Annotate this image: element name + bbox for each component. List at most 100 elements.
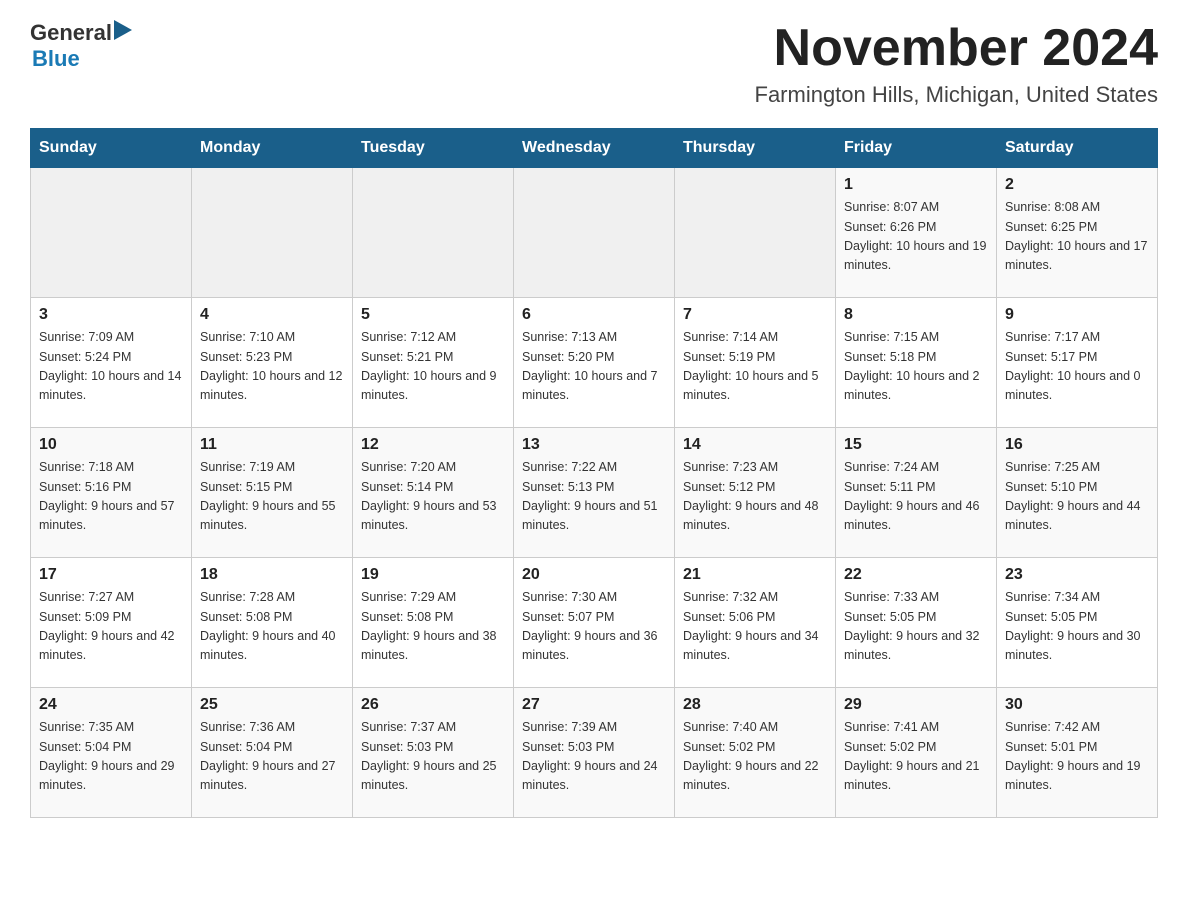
header-friday: Friday <box>836 129 997 168</box>
day-number: 12 <box>361 436 505 454</box>
day-number: 28 <box>683 696 827 714</box>
calendar-cell <box>675 168 836 298</box>
day-number: 13 <box>522 436 666 454</box>
calendar-cell: 29 Sunrise: 7:41 AM Sunset: 5:02 PM Dayli… <box>836 688 997 818</box>
calendar-week-row: 24 Sunrise: 7:35 AM Sunset: 5:04 PM Dayli… <box>31 688 1158 818</box>
day-info: Sunrise: 7:35 AM Sunset: 5:04 PM Dayligh… <box>39 718 183 796</box>
calendar-cell: 17 Sunrise: 7:27 AM Sunset: 5:09 PM Dayli… <box>31 558 192 688</box>
calendar-cell: 11Sunrise: 7:19 AM Sunset: 5:15 PM Dayli… <box>192 428 353 558</box>
day-number: 11 <box>200 436 344 454</box>
day-number: 16 <box>1005 436 1149 454</box>
calendar-cell: 30Sunrise: 7:42 AM Sunset: 5:01 PM Dayli… <box>997 688 1158 818</box>
month-title: November 2024 <box>755 20 1159 77</box>
day-number: 26 <box>361 696 505 714</box>
day-info: Sunrise: 8:07 AM Sunset: 6:26 PM Dayligh… <box>844 198 988 276</box>
calendar-cell: 26 Sunrise: 7:37 AM Sunset: 5:03 PM Dayli… <box>353 688 514 818</box>
calendar-cell: 19Sunrise: 7:29 AM Sunset: 5:08 PM Dayli… <box>353 558 514 688</box>
day-number: 2 <box>1005 176 1149 194</box>
calendar-cell: 8 Sunrise: 7:15 AM Sunset: 5:18 PM Daylig… <box>836 298 997 428</box>
calendar-cell: 9Sunrise: 7:17 AM Sunset: 5:17 PM Daylig… <box>997 298 1158 428</box>
calendar-cell: 22Sunrise: 7:33 AM Sunset: 5:05 PM Dayli… <box>836 558 997 688</box>
calendar-cell: 10Sunrise: 7:18 AM Sunset: 5:16 PM Dayli… <box>31 428 192 558</box>
calendar-cell: 27 Sunrise: 7:39 AM Sunset: 5:03 PM Dayli… <box>514 688 675 818</box>
day-number: 5 <box>361 306 505 324</box>
day-number: 17 <box>39 566 183 584</box>
calendar-week-row: 17 Sunrise: 7:27 AM Sunset: 5:09 PM Dayli… <box>31 558 1158 688</box>
calendar-cell: 23 Sunrise: 7:34 AM Sunset: 5:05 PM Dayli… <box>997 558 1158 688</box>
day-info: Sunrise: 7:34 AM Sunset: 5:05 PM Dayligh… <box>1005 588 1149 666</box>
calendar-cell: 1 Sunrise: 8:07 AM Sunset: 6:26 PM Daylig… <box>836 168 997 298</box>
title-block: November 2024 Farmington Hills, Michigan… <box>755 20 1159 108</box>
day-info: Sunrise: 7:27 AM Sunset: 5:09 PM Dayligh… <box>39 588 183 666</box>
calendar-cell: 16 Sunrise: 7:25 AM Sunset: 5:10 PM Dayli… <box>997 428 1158 558</box>
calendar-cell: 3Sunrise: 7:09 AM Sunset: 5:24 PM Daylig… <box>31 298 192 428</box>
calendar-cell: 4 Sunrise: 7:10 AM Sunset: 5:23 PM Daylig… <box>192 298 353 428</box>
day-info: Sunrise: 7:33 AM Sunset: 5:05 PM Dayligh… <box>844 588 988 666</box>
calendar-cell: 15Sunrise: 7:24 AM Sunset: 5:11 PM Dayli… <box>836 428 997 558</box>
day-number: 21 <box>683 566 827 584</box>
day-info: Sunrise: 8:08 AM Sunset: 6:25 PM Dayligh… <box>1005 198 1149 276</box>
day-number: 14 <box>683 436 827 454</box>
header-monday: Monday <box>192 129 353 168</box>
day-number: 24 <box>39 696 183 714</box>
calendar-cell: 7 Sunrise: 7:14 AM Sunset: 5:19 PM Daylig… <box>675 298 836 428</box>
day-number: 27 <box>522 696 666 714</box>
day-number: 29 <box>844 696 988 714</box>
day-info: Sunrise: 7:36 AM Sunset: 5:04 PM Dayligh… <box>200 718 344 796</box>
day-info: Sunrise: 7:24 AM Sunset: 5:11 PM Dayligh… <box>844 458 988 536</box>
day-number: 3 <box>39 306 183 324</box>
day-number: 20 <box>522 566 666 584</box>
day-info: Sunrise: 7:41 AM Sunset: 5:02 PM Dayligh… <box>844 718 988 796</box>
day-number: 18 <box>200 566 344 584</box>
calendar-cell: 2 Sunrise: 8:08 AM Sunset: 6:25 PM Daylig… <box>997 168 1158 298</box>
calendar-header-row: Sunday Monday Tuesday Wednesday Thursday… <box>31 129 1158 168</box>
header-thursday: Thursday <box>675 129 836 168</box>
calendar-cell: 21 Sunrise: 7:32 AM Sunset: 5:06 PM Dayli… <box>675 558 836 688</box>
day-number: 4 <box>200 306 344 324</box>
calendar-cell <box>353 168 514 298</box>
calendar-cell: 6Sunrise: 7:13 AM Sunset: 5:20 PM Daylig… <box>514 298 675 428</box>
day-info: Sunrise: 7:15 AM Sunset: 5:18 PM Dayligh… <box>844 328 988 406</box>
day-info: Sunrise: 7:30 AM Sunset: 5:07 PM Dayligh… <box>522 588 666 666</box>
day-info: Sunrise: 7:23 AM Sunset: 5:12 PM Dayligh… <box>683 458 827 536</box>
day-number: 23 <box>1005 566 1149 584</box>
day-info: Sunrise: 7:14 AM Sunset: 5:19 PM Dayligh… <box>683 328 827 406</box>
calendar-cell: 20 Sunrise: 7:30 AM Sunset: 5:07 PM Dayli… <box>514 558 675 688</box>
day-info: Sunrise: 7:28 AM Sunset: 5:08 PM Dayligh… <box>200 588 344 666</box>
header-sunday: Sunday <box>31 129 192 168</box>
day-info: Sunrise: 7:32 AM Sunset: 5:06 PM Dayligh… <box>683 588 827 666</box>
calendar-cell: 12 Sunrise: 7:20 AM Sunset: 5:14 PM Dayli… <box>353 428 514 558</box>
calendar-cell <box>31 168 192 298</box>
calendar-cell: 18 Sunrise: 7:28 AM Sunset: 5:08 PM Dayli… <box>192 558 353 688</box>
calendar-cell <box>514 168 675 298</box>
calendar-cell <box>192 168 353 298</box>
calendar-cell: 5 Sunrise: 7:12 AM Sunset: 5:21 PM Daylig… <box>353 298 514 428</box>
day-info: Sunrise: 7:29 AM Sunset: 5:08 PM Dayligh… <box>361 588 505 666</box>
page-header: General Blue November 2024 Farmington Hi… <box>30 20 1158 108</box>
day-number: 8 <box>844 306 988 324</box>
day-info: Sunrise: 7:18 AM Sunset: 5:16 PM Dayligh… <box>39 458 183 536</box>
day-number: 25 <box>200 696 344 714</box>
day-info: Sunrise: 7:37 AM Sunset: 5:03 PM Dayligh… <box>361 718 505 796</box>
calendar-table: Sunday Monday Tuesday Wednesday Thursday… <box>30 128 1158 818</box>
day-info: Sunrise: 7:20 AM Sunset: 5:14 PM Dayligh… <box>361 458 505 536</box>
day-number: 7 <box>683 306 827 324</box>
day-info: Sunrise: 7:13 AM Sunset: 5:20 PM Dayligh… <box>522 328 666 406</box>
logo: General Blue <box>30 20 136 72</box>
header-tuesday: Tuesday <box>353 129 514 168</box>
day-info: Sunrise: 7:25 AM Sunset: 5:10 PM Dayligh… <box>1005 458 1149 536</box>
day-info: Sunrise: 7:39 AM Sunset: 5:03 PM Dayligh… <box>522 718 666 796</box>
logo-blue-text: Blue <box>32 46 80 71</box>
location-text: Farmington Hills, Michigan, United State… <box>755 82 1159 108</box>
day-info: Sunrise: 7:22 AM Sunset: 5:13 PM Dayligh… <box>522 458 666 536</box>
calendar-week-row: 3Sunrise: 7:09 AM Sunset: 5:24 PM Daylig… <box>31 298 1158 428</box>
calendar-week-row: 1 Sunrise: 8:07 AM Sunset: 6:26 PM Daylig… <box>31 168 1158 298</box>
day-number: 1 <box>844 176 988 194</box>
day-info: Sunrise: 7:42 AM Sunset: 5:01 PM Dayligh… <box>1005 718 1149 796</box>
calendar-cell: 24 Sunrise: 7:35 AM Sunset: 5:04 PM Dayli… <box>31 688 192 818</box>
day-number: 9 <box>1005 306 1149 324</box>
calendar-cell: 25 Sunrise: 7:36 AM Sunset: 5:04 PM Dayli… <box>192 688 353 818</box>
day-info: Sunrise: 7:10 AM Sunset: 5:23 PM Dayligh… <box>200 328 344 406</box>
calendar-cell: 14 Sunrise: 7:23 AM Sunset: 5:12 PM Dayli… <box>675 428 836 558</box>
day-info: Sunrise: 7:12 AM Sunset: 5:21 PM Dayligh… <box>361 328 505 406</box>
